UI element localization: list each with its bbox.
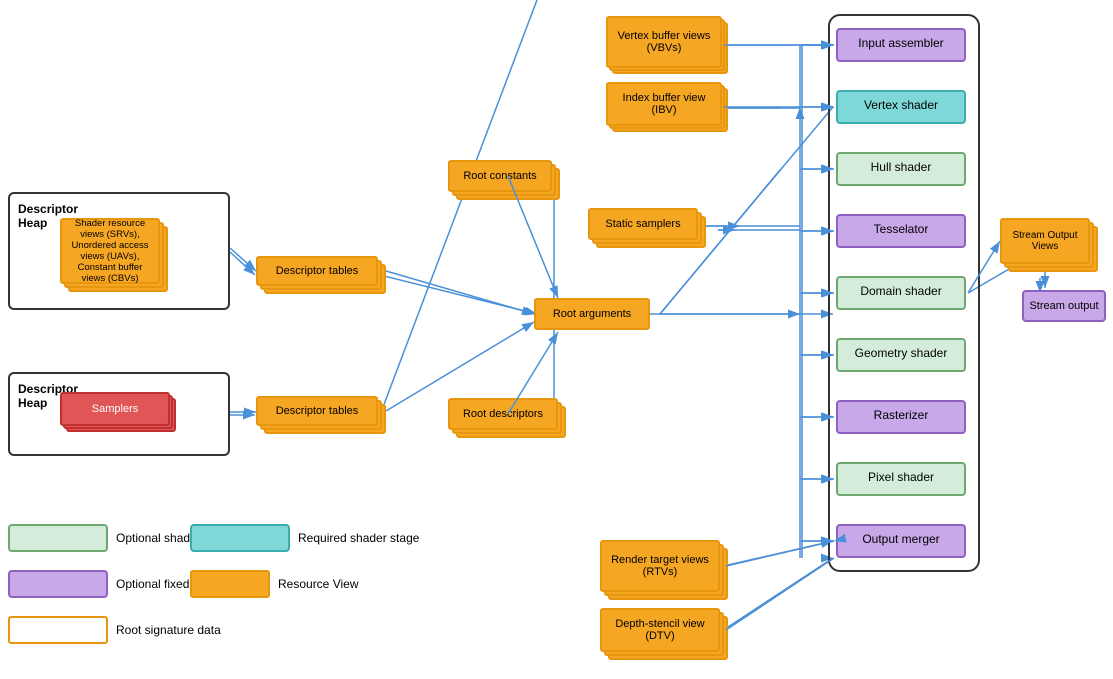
stage-geometry-shader: Geometry shader <box>836 338 966 372</box>
legend-optional-shader-box <box>8 524 108 552</box>
heap1-srv-label: Shader resource views (SRVs),Unordered a… <box>65 218 155 284</box>
desc-tables-2-label: Descriptor tables <box>276 405 359 417</box>
root-constants-label: Root constants <box>463 170 536 182</box>
legend-root-sig: Root signature data <box>8 616 221 644</box>
legend-root-sig-box <box>8 616 108 644</box>
legend-resource-view: Resource View <box>190 570 358 598</box>
ibv-label: Index buffer view(IBV) <box>623 92 706 116</box>
legend-required-shader-box <box>190 524 290 552</box>
legend-resource-view-box <box>190 570 270 598</box>
stream-output-label: Stream output <box>1029 300 1098 312</box>
stage-label: Hull shader <box>871 160 932 174</box>
stage-label: Vertex shader <box>864 98 938 112</box>
vbvs-label: Vertex buffer views(VBVs) <box>618 30 711 54</box>
stream-output-box: Stream output <box>1022 290 1106 322</box>
rtv-label: Render target views(RTVs) <box>611 554 709 578</box>
heap2-sampler-label: Samplers <box>92 403 138 415</box>
root-descriptors-label: Root descriptors <box>463 408 543 420</box>
stage-label: Tesselator <box>874 222 929 236</box>
legend-required-shader-label: Required shader stage <box>298 531 419 545</box>
descriptor-heap-2: DescriptorHeap Samplers <box>8 372 230 456</box>
stage-label: Pixel shader <box>868 470 934 484</box>
static-samplers-label: Static samplers <box>605 218 680 230</box>
desc-tables-1-label: Descriptor tables <box>276 265 359 277</box>
legend-resource-view-label: Resource View <box>278 577 358 591</box>
descriptor-heap-1: DescriptorHeap Shader resource views (SR… <box>8 192 230 310</box>
stage-label: Domain shader <box>860 284 941 298</box>
stage-label: Input assembler <box>858 36 943 50</box>
stream-output-views-label: Stream OutputViews <box>1012 230 1077 252</box>
root-arguments-label: Root arguments <box>553 308 631 320</box>
stage-tesselator: Tesselator <box>836 214 966 248</box>
stage-vertex-shader: Vertex shader <box>836 90 966 124</box>
legend-required-shader: Required shader stage <box>190 524 419 552</box>
stage-rasterizer: Rasterizer <box>836 400 966 434</box>
stage-input-assembler: Input assembler <box>836 28 966 62</box>
root-arguments-box: Root arguments <box>534 298 650 330</box>
stage-domain-shader: Domain shader <box>836 276 966 310</box>
stage-hull-shader: Hull shader <box>836 152 966 186</box>
stage-label: Geometry shader <box>855 346 948 360</box>
dsv-label: Depth-stencil view(DTV) <box>615 618 704 642</box>
stage-output-merger: Output merger <box>836 524 966 558</box>
stage-label: Rasterizer <box>874 408 929 422</box>
legend-optional-fixed-box <box>8 570 108 598</box>
legend-root-sig-label: Root signature data <box>116 623 221 637</box>
stage-pixel-shader: Pixel shader <box>836 462 966 496</box>
stage-label: Output merger <box>862 532 939 546</box>
